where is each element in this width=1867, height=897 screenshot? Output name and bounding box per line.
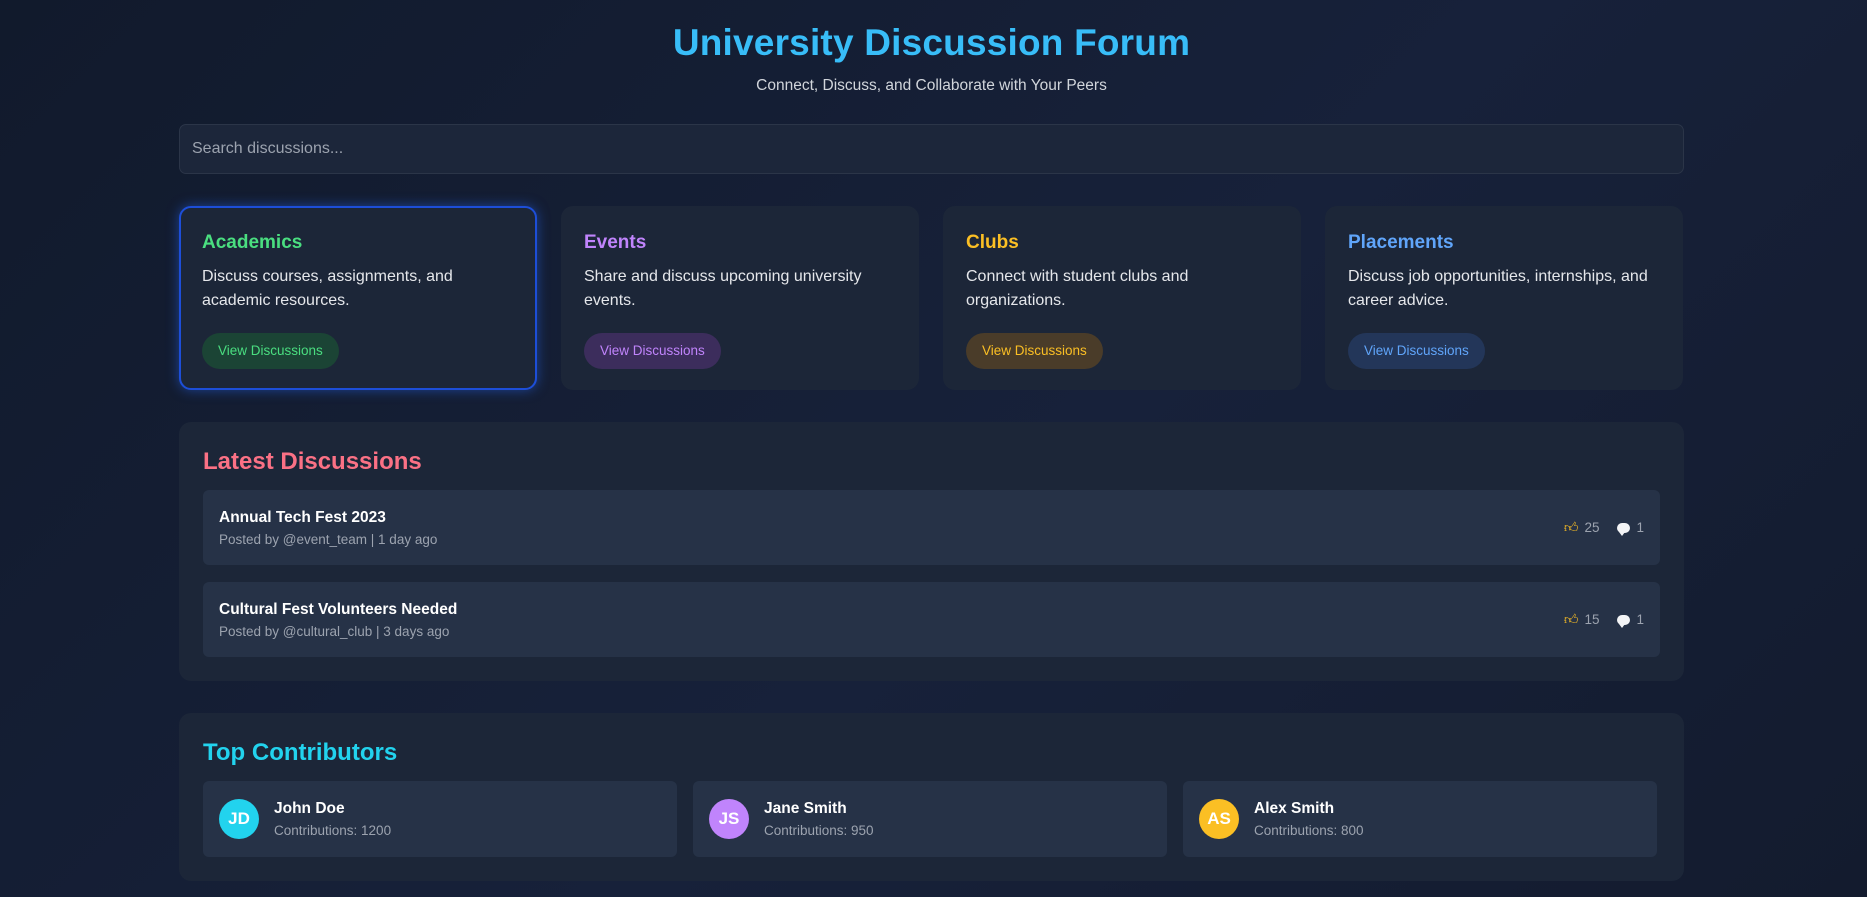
category-description: Discuss courses, assignments, and academ… [202, 268, 453, 309]
discussion-stats: 👍︎ 25 1 [1564, 519, 1644, 536]
page-subtitle: Connect, Discuss, and Collaborate with Y… [756, 77, 1107, 94]
contributor-card[interactable]: AS Alex Smith Contributions: 800 [1183, 781, 1657, 857]
comments-stat[interactable]: 1 [1617, 519, 1644, 536]
view-discussions-button[interactable]: View Discussions [1348, 333, 1485, 369]
category-grid: Academics Discuss courses, assignments, … [179, 206, 1684, 390]
category-description: Share and discuss upcoming university ev… [584, 268, 862, 309]
comments-stat[interactable]: 1 [1617, 611, 1644, 628]
discussion-title[interactable]: Cultural Fest Volunteers Needed [219, 601, 1644, 619]
search-input[interactable] [179, 124, 1684, 174]
contributor-name: Jane Smith [764, 800, 847, 817]
comments-count: 1 [1636, 612, 1644, 627]
category-title: Academics [202, 232, 303, 253]
view-discussions-button[interactable]: View Discussions [202, 333, 339, 369]
page-title: University Discussion Forum [672, 22, 1191, 63]
category-description: Connect with student clubs and organizat… [966, 268, 1189, 309]
thumbs-up-icon: 👍︎ [1563, 611, 1579, 627]
avatar: JS [709, 799, 749, 839]
contributor-info: Jane Smith Contributions: 950 [764, 800, 874, 838]
category-card-events[interactable]: Events Share and discuss upcoming univer… [561, 206, 919, 390]
likes-count: 25 [1584, 520, 1600, 535]
comment-icon [1617, 614, 1631, 628]
contributor-info: John Doe Contributions: 1200 [274, 800, 391, 838]
contributor-card[interactable]: JS Jane Smith Contributions: 950 [693, 781, 1167, 857]
top-contributors-panel: Top Contributors JD John Doe Contributio… [179, 713, 1684, 881]
contributor-list: JD John Doe Contributions: 1200 JS Jane … [203, 781, 1660, 857]
comments-count: 1 [1636, 520, 1644, 535]
contribution-count: Contributions: 800 [1254, 823, 1364, 838]
contribution-count: Contributions: 1200 [274, 823, 392, 838]
discussion-meta: Posted by @cultural_club | 3 days ago [219, 624, 450, 639]
discussion-item[interactable]: Cultural Fest Volunteers Needed Posted b… [203, 582, 1660, 657]
discussion-item[interactable]: Annual Tech Fest 2023 Posted by @event_t… [203, 490, 1660, 565]
thumbs-up-icon: 👍︎ [1563, 519, 1579, 535]
top-contributors-title: Top Contributors [203, 739, 398, 766]
contributor-name: John Doe [274, 800, 345, 817]
category-description: Discuss job opportunities, internships, … [1348, 268, 1648, 309]
contributor-name: Alex Smith [1254, 800, 1335, 817]
contributor-info: Alex Smith Contributions: 800 [1254, 800, 1364, 838]
likes-stat[interactable]: 👍︎ 15 [1564, 611, 1600, 628]
discussion-stats: 👍︎ 15 1 [1564, 611, 1644, 628]
category-title: Clubs [966, 232, 1019, 253]
view-discussions-button[interactable]: View Discussions [966, 333, 1103, 369]
latest-discussions-panel: Latest Discussions Annual Tech Fest 2023… [179, 422, 1684, 681]
category-card-clubs[interactable]: Clubs Connect with student clubs and org… [943, 206, 1301, 390]
view-discussions-button[interactable]: View Discussions [584, 333, 721, 369]
avatar: JD [219, 799, 259, 839]
page-header: University Discussion Forum Connect, Dis… [179, 0, 1684, 124]
discussion-meta: Posted by @event_team | 1 day ago [219, 532, 438, 547]
comment-icon [1617, 522, 1631, 536]
avatar: AS [1199, 799, 1239, 839]
category-card-placements[interactable]: Placements Discuss job opportunities, in… [1325, 206, 1683, 390]
contributor-card[interactable]: JD John Doe Contributions: 1200 [203, 781, 677, 857]
category-card-academics[interactable]: Academics Discuss courses, assignments, … [179, 206, 537, 390]
likes-stat[interactable]: 👍︎ 25 [1564, 519, 1600, 536]
category-title: Events [584, 232, 647, 253]
latest-discussions-title: Latest Discussions [203, 448, 422, 475]
page-container: University Discussion Forum Connect, Dis… [179, 0, 1684, 881]
category-title: Placements [1348, 232, 1454, 253]
contribution-count: Contributions: 950 [764, 823, 874, 838]
discussion-title[interactable]: Annual Tech Fest 2023 [219, 509, 1644, 527]
likes-count: 15 [1584, 612, 1600, 627]
